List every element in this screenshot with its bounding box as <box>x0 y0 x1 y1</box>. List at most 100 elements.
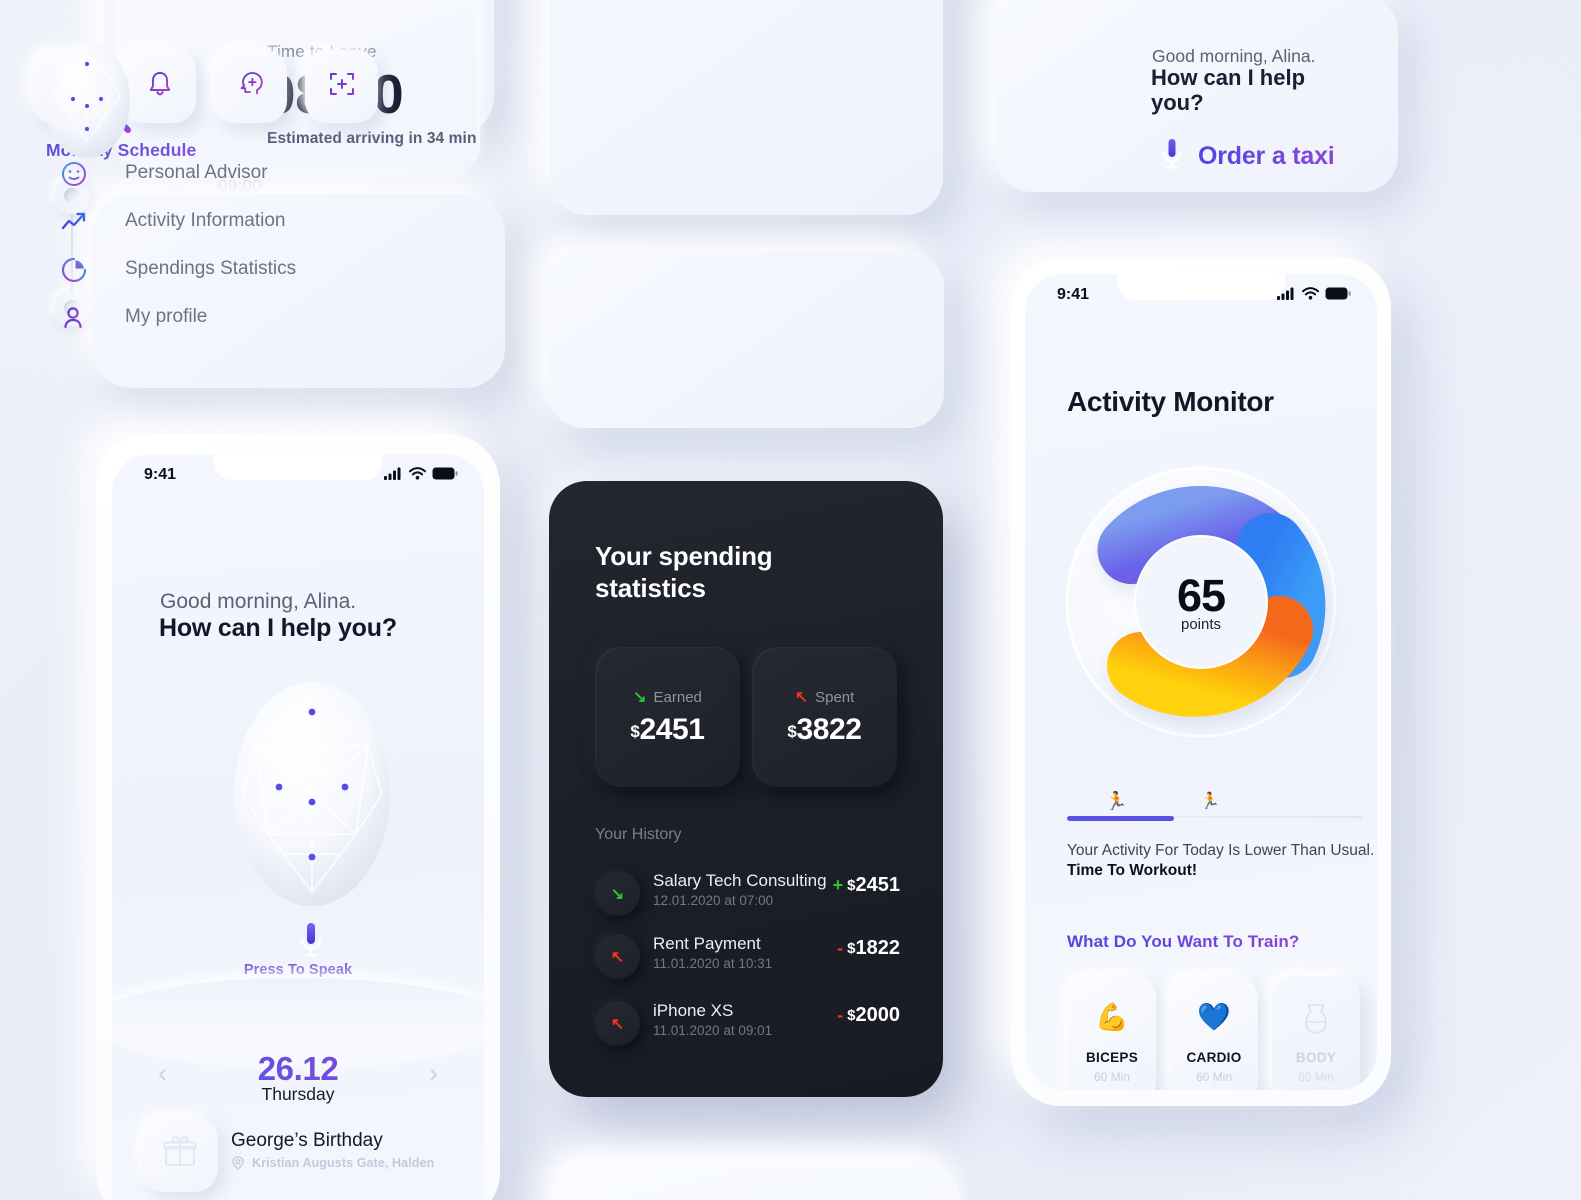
activity-message-line1: Your Activity For Today Is Lower Than Us… <box>1067 842 1375 859</box>
status-bar: 9:41 <box>112 454 484 498</box>
activity-monitor-screen: 9:41 Activity Monitor 65 points 🏃 🏃 Your… <box>1025 274 1377 1090</box>
biceps-icon: 💪 <box>1095 1002 1129 1032</box>
runner-icon: 🏃 <box>1105 791 1128 811</box>
train-option-duration: 60 Min <box>1297 1070 1335 1084</box>
train-option-name: BICEPS <box>1085 1050 1139 1065</box>
transaction-date: 11.01.2020 at 09:01 <box>653 1023 773 1038</box>
amount-value: 1822 <box>855 937 901 959</box>
quick-actions-card <box>548 252 944 428</box>
microphone-icon <box>1160 138 1184 172</box>
earned-stat-box[interactable]: ↘ Earned $2451 <box>595 647 740 787</box>
spending-statistics-card: Your spending statistics ↘ Earned $2451 ↖… <box>549 481 943 1097</box>
assistant-question: How can I help you? <box>159 614 397 642</box>
scan-button[interactable] <box>305 50 378 123</box>
runner-icon: 🏃 <box>1200 793 1220 810</box>
smiley-face-icon <box>60 160 88 188</box>
transaction-date: 12.01.2020 at 07:00 <box>653 893 774 908</box>
earned-amount: $2451 <box>595 713 740 747</box>
status-bar-icons <box>384 467 458 485</box>
spent-amount: $3822 <box>752 713 897 747</box>
assistant-greeting: Good morning, Alina. <box>160 590 357 613</box>
order-taxi-button[interactable]: Order a taxi <box>1198 142 1335 171</box>
heart-icon: 💙 <box>1197 1002 1231 1032</box>
activity-points-value: 65 <box>1176 570 1226 621</box>
wifi-icon <box>1302 287 1319 305</box>
taxi-card-question: How can I help you? <box>1151 65 1306 115</box>
transaction-date: 11.01.2020 at 10:31 <box>653 956 773 971</box>
earned-value: 2451 <box>639 713 705 746</box>
spent-stat-box[interactable]: ↖ Spent $3822 <box>752 647 897 787</box>
menu-item-label: Spendings Statistics <box>125 258 297 279</box>
status-bar-time: 9:41 <box>144 466 177 483</box>
battery-icon <box>1325 287 1351 305</box>
add-profile-button[interactable] <box>214 50 287 123</box>
transaction-amount: - $2000 <box>837 1004 900 1027</box>
earned-label: Earned <box>653 689 702 706</box>
voice-assistant-screen: 9:41 Good morning, Alina. How can I help… <box>112 454 484 1200</box>
spent-value: 3822 <box>796 713 862 746</box>
train-option-duration: 60 Min <box>1093 1070 1131 1084</box>
spending-card-title: Your spending statistics <box>595 541 773 603</box>
gift-icon <box>162 1134 198 1175</box>
train-option-body[interactable]: BODY 60 Min <box>1272 976 1360 1090</box>
currency-symbol: $ <box>847 877 856 894</box>
earned-stat-header: ↘ Earned <box>595 687 740 707</box>
microphone-button[interactable] <box>298 922 324 960</box>
cellular-icon <box>1277 287 1296 305</box>
page-title: Activity Monitor <box>1067 386 1274 417</box>
event-location: Kristian Augusts Gate, Halden <box>252 1156 435 1170</box>
bottom-partial-card <box>556 1162 960 1200</box>
arrow-up-left-icon: ↖ <box>794 689 809 706</box>
train-option-name: CARDIO <box>1186 1050 1242 1065</box>
event-icon-tile[interactable] <box>142 1116 218 1192</box>
phone-notch <box>214 454 382 480</box>
assistant-orb-icon <box>40 38 135 162</box>
table-row[interactable]: ↖ Rent Payment 11.01.2020 at 10:31 - $182… <box>595 934 900 986</box>
current-date: 26.12 <box>112 1050 484 1088</box>
transaction-amount: + $2451 <box>833 874 900 897</box>
menu-item-label: My profile <box>125 306 208 327</box>
press-to-speak-label[interactable]: Press To Speak <box>112 962 484 978</box>
amount-value: 2000 <box>855 1004 901 1026</box>
arrow-down-right-icon: ↘ <box>633 689 647 706</box>
train-option-cardio[interactable]: 💙 CARDIO 60 Min <box>1170 976 1258 1090</box>
wifi-icon <box>409 467 426 485</box>
spent-label: Spent <box>815 689 855 706</box>
voice-assistant-phone: 9:41 Good morning, Alina. How can I help… <box>96 434 500 1200</box>
activity-ring-chart: 65 points <box>1055 452 1347 744</box>
transaction-name: Rent Payment <box>653 934 761 953</box>
currency-symbol: $ <box>847 1007 856 1024</box>
activity-progress-bar[interactable] <box>1067 816 1363 821</box>
activity-monitor-phone: 9:41 Activity Monitor 65 points 🏃 🏃 Your… <box>1011 258 1391 1106</box>
add-head-icon <box>236 69 266 104</box>
activity-progress-fill <box>1067 816 1174 821</box>
phone-notch <box>1117 274 1285 300</box>
map-pin-icon <box>231 1156 245 1170</box>
battery-icon <box>432 467 458 485</box>
body-icon <box>1272 1004 1360 1039</box>
train-option-biceps[interactable]: 💪 BICEPS 60 Min <box>1068 976 1156 1090</box>
event-title: George’s Birthday <box>231 1130 383 1151</box>
taxi-card-greeting: Good morning, Alina. <box>1152 46 1316 66</box>
currency-symbol: $ <box>847 940 856 957</box>
cellular-icon <box>384 467 403 485</box>
arrow-up-left-icon: ↖ <box>595 1001 640 1046</box>
table-row[interactable]: ↖ iPhone XS 11.01.2020 at 09:01 - $2000 <box>595 1001 900 1053</box>
table-row[interactable]: ↘ Salary Tech Consulting 12.01.2020 at 0… <box>595 871 900 923</box>
status-bar-icons <box>1277 287 1351 305</box>
transaction-name: iPhone XS <box>653 1001 734 1020</box>
arrow-down-right-icon: ↘ <box>595 871 640 916</box>
current-weekday: Thursday <box>261 1084 335 1104</box>
history-section-label: Your History <box>595 826 682 843</box>
activity-message-line2: Time To Workout! <box>1067 862 1198 879</box>
spent-stat-header: ↖ Spent <box>752 687 897 707</box>
amount-value: 2451 <box>855 874 901 896</box>
activity-points-unit: points <box>1180 616 1222 633</box>
amount-sign: + <box>832 875 844 895</box>
train-option-name: BODY <box>1295 1050 1337 1065</box>
amount-sign: - <box>837 938 844 958</box>
train-option-duration: 60 Min <box>1195 1070 1233 1084</box>
amount-sign: - <box>837 1005 844 1025</box>
status-bar-time: 9:41 <box>1057 286 1090 303</box>
user-icon <box>60 304 88 332</box>
